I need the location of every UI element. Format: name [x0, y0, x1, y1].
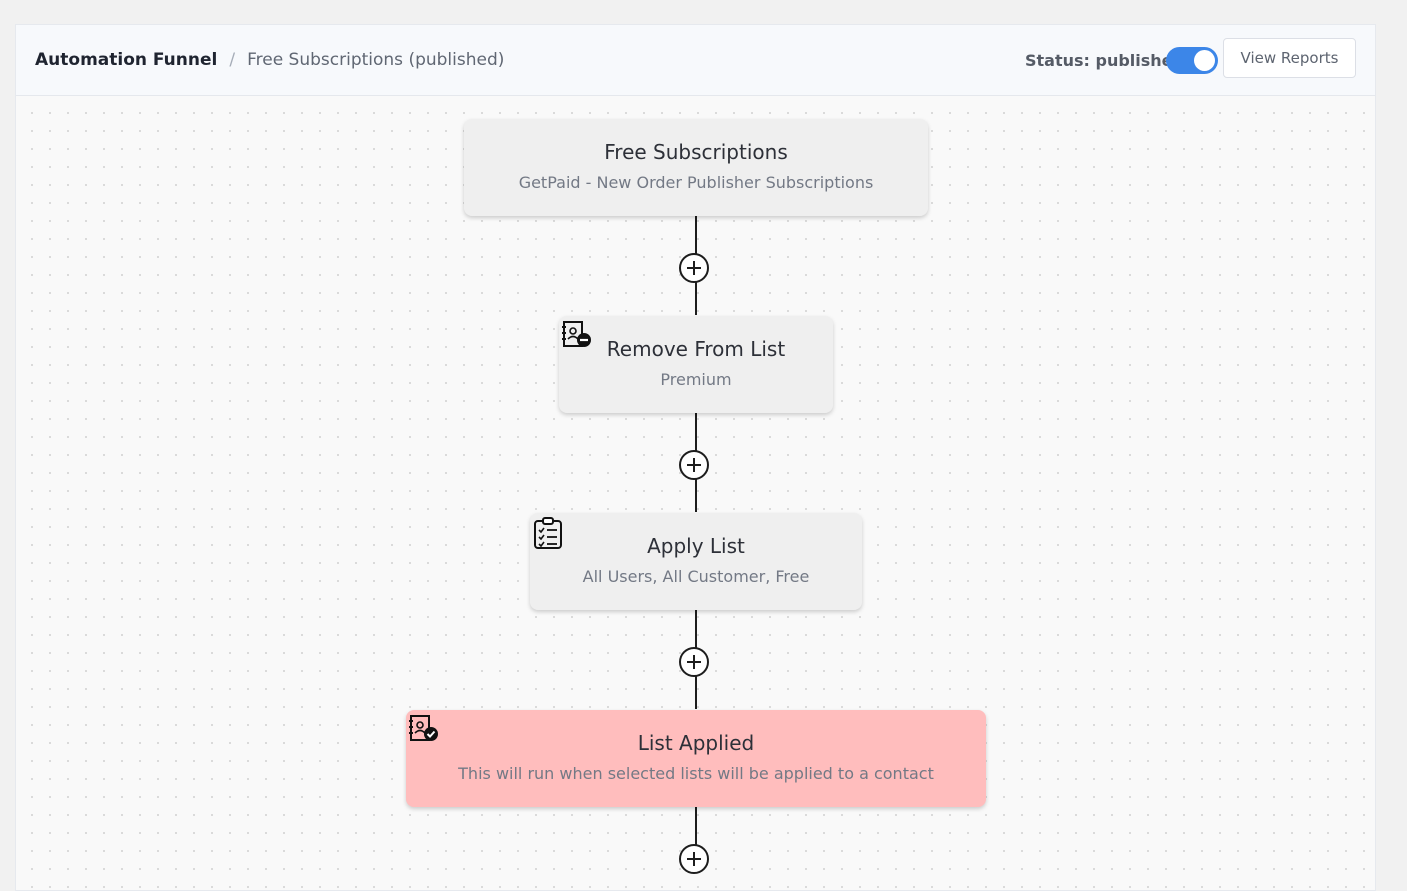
node-subtitle: This will run when selected lists will b… — [458, 764, 934, 783]
breadcrumb-separator: / — [229, 50, 236, 70]
add-step-plus-icon[interactable] — [679, 450, 709, 480]
status-label: Status: published — [1025, 51, 1184, 70]
add-step-plus-icon[interactable] — [679, 647, 709, 677]
contact-list-remove-icon — [561, 320, 593, 352]
funnel-node-list-applied-trigger[interactable]: List Applied This will run when selected… — [406, 710, 986, 807]
funnel-node-apply-list[interactable]: Apply List All Users, All Customer, Free — [530, 513, 862, 610]
breadcrumb: Automation Funnel / Free Subscriptions (pu… — [35, 49, 504, 71]
add-step-plus-icon[interactable] — [679, 844, 709, 874]
node-subtitle: GetPaid - New Order Publisher Subscripti… — [518, 173, 874, 192]
node-subtitle: All Users, All Customer, Free — [582, 567, 810, 586]
add-step-plus-icon[interactable] — [679, 253, 709, 283]
page-background: Automation Funnel / Free Subscriptions (pu… — [0, 0, 1407, 891]
contact-list-check-icon — [408, 714, 440, 746]
status-toggle[interactable] — [1166, 47, 1218, 74]
node-subtitle: Premium — [660, 370, 732, 389]
breadcrumb-root-link[interactable]: Automation Funnel — [35, 50, 217, 70]
view-reports-button[interactable]: View Reports — [1223, 38, 1356, 78]
editor-header: Automation Funnel / Free Subscriptions (pu… — [16, 25, 1375, 96]
toggle-knob — [1194, 50, 1215, 71]
node-title: Apply List — [647, 534, 745, 558]
funnel-node-remove-from-list[interactable]: Remove From List Premium — [559, 316, 833, 413]
node-title: Remove From List — [606, 337, 786, 361]
funnel-canvas: Free Subscriptions GetPaid - New Order P… — [16, 96, 1375, 890]
clipboard-checklist-icon — [532, 517, 564, 549]
node-title: Free Subscriptions — [604, 140, 788, 164]
funnel-editor: Automation Funnel / Free Subscriptions (pu… — [15, 24, 1376, 891]
funnel-node-free-subscriptions[interactable]: Free Subscriptions GetPaid - New Order P… — [464, 119, 928, 216]
node-title: List Applied — [637, 731, 755, 755]
breadcrumb-current: Free Subscriptions (published) — [247, 50, 505, 70]
